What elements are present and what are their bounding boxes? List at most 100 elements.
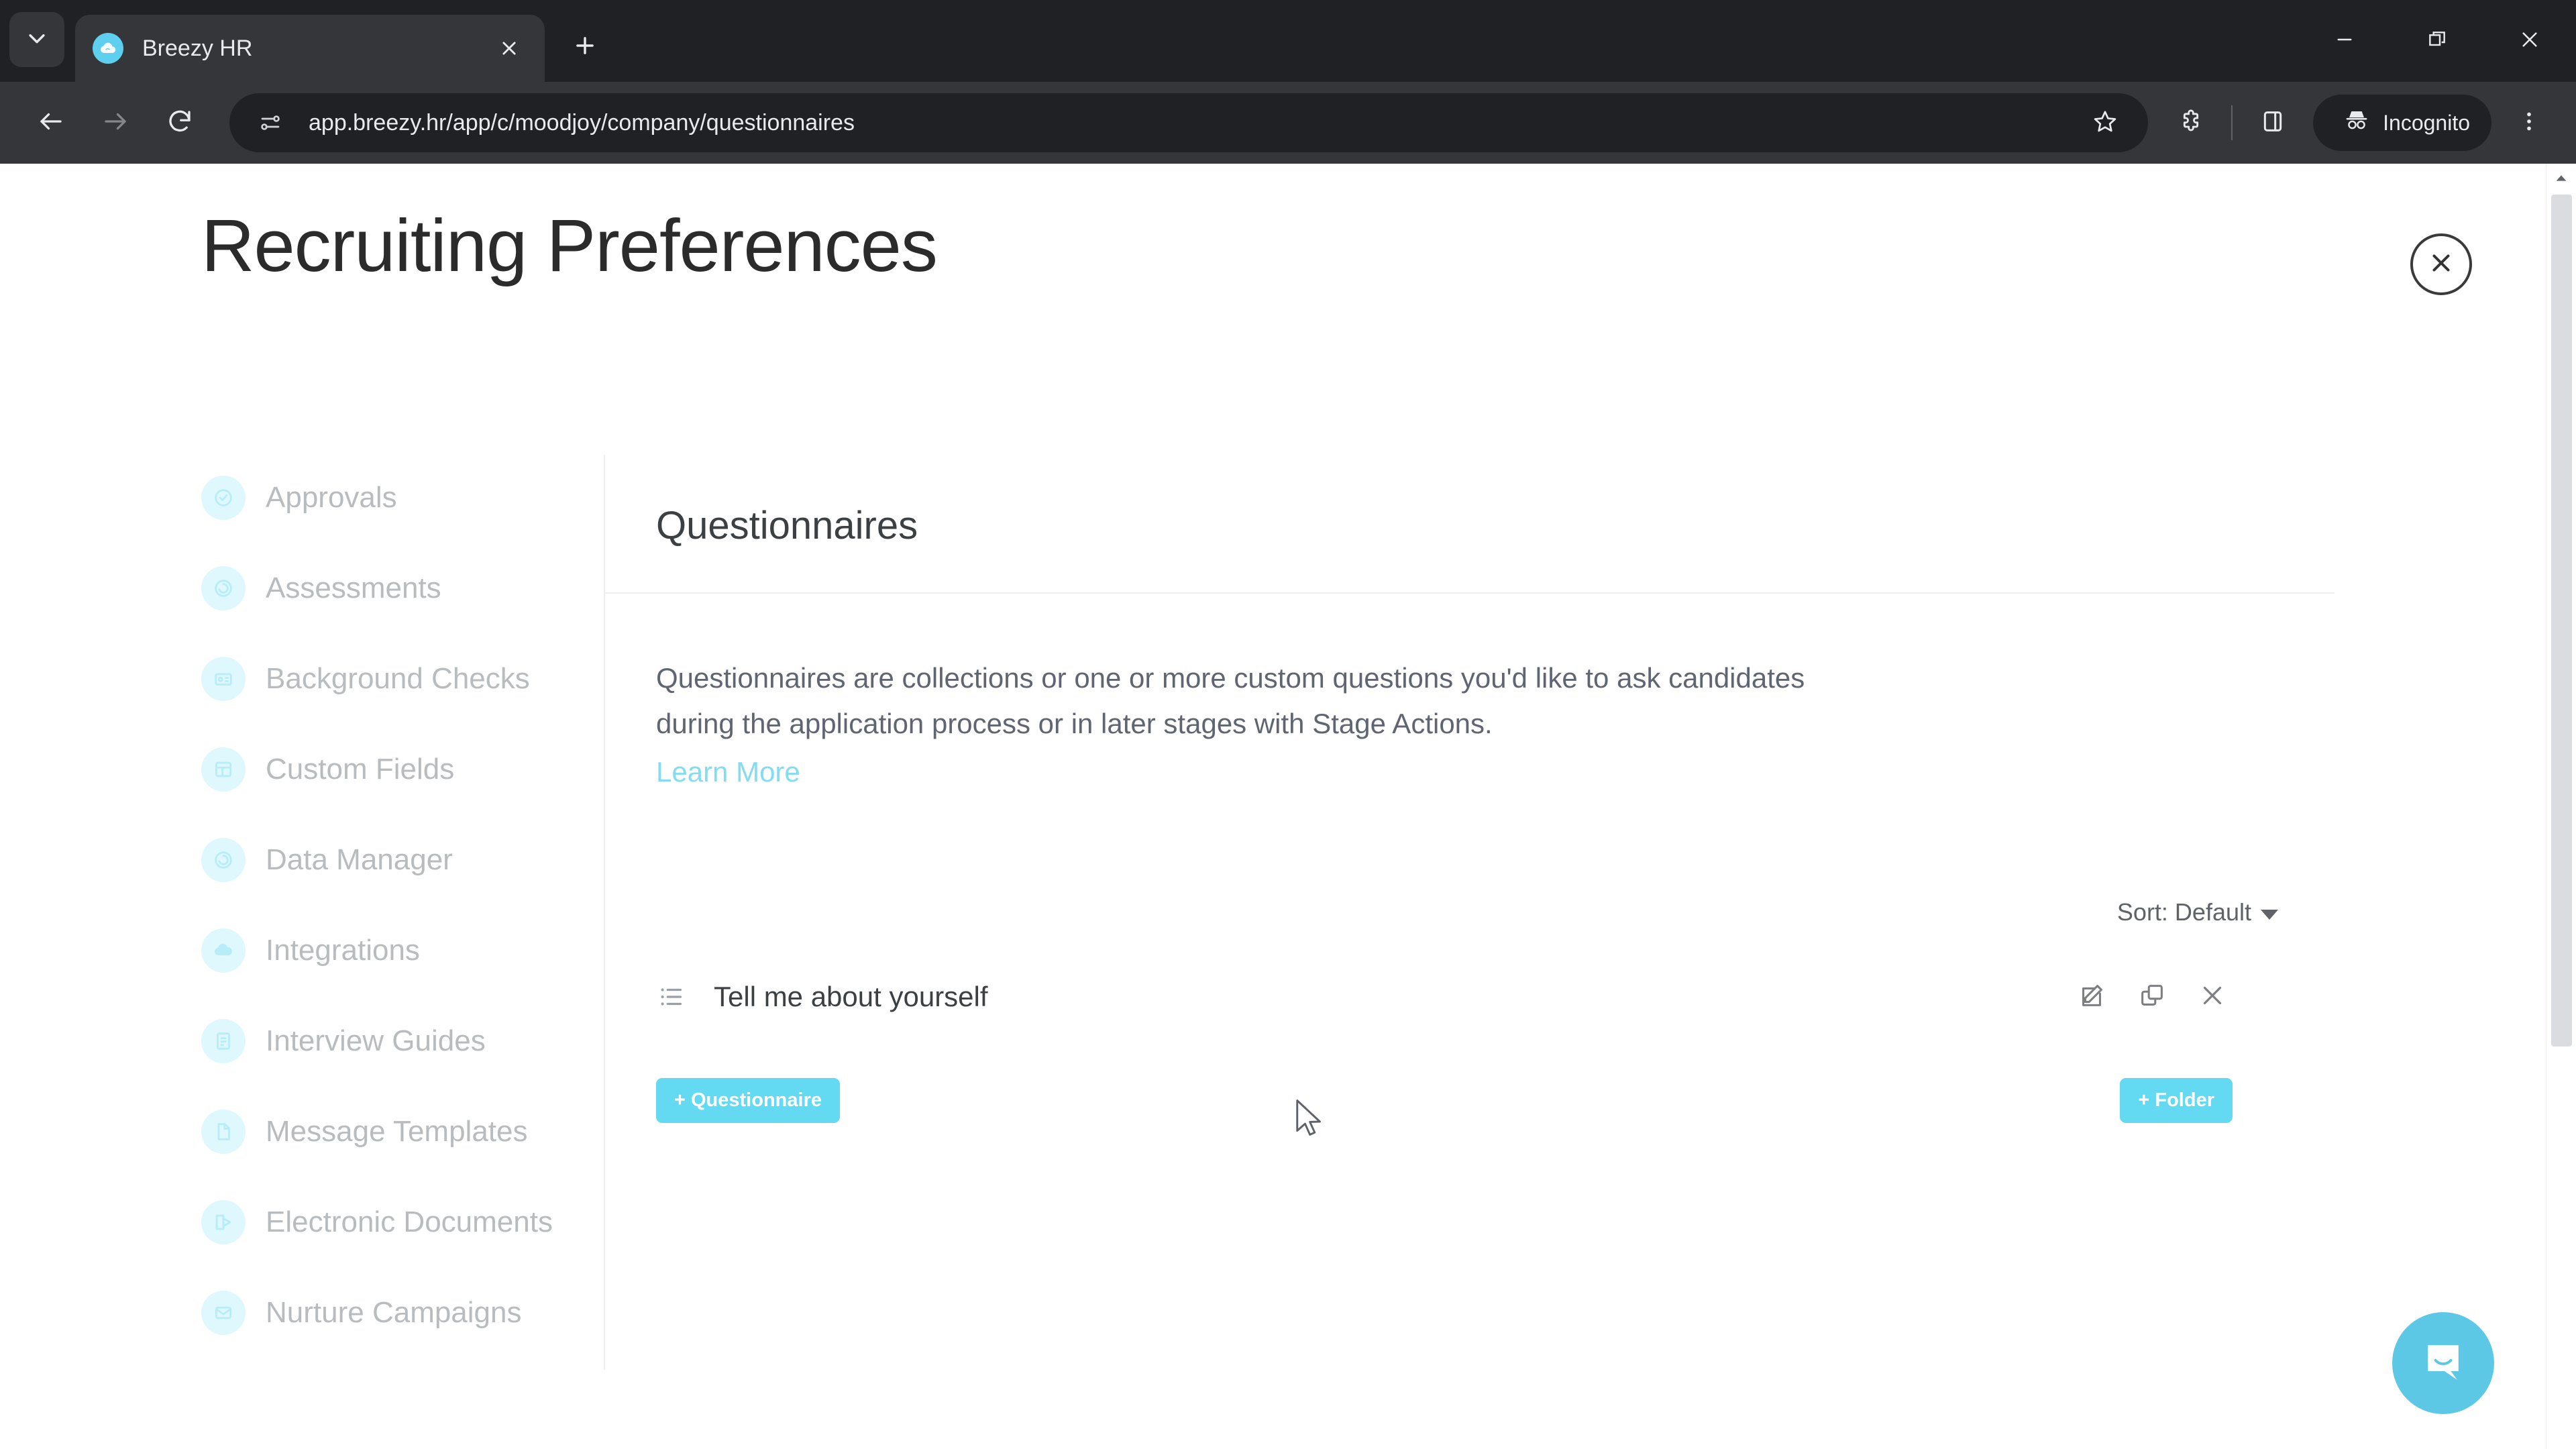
custom-fields-icon <box>201 747 246 792</box>
new-tab-button[interactable] <box>559 21 610 72</box>
assessments-icon <box>201 566 246 610</box>
url-text: app.breezy.hr/app/c/moodjoy/company/ques… <box>309 109 855 136</box>
browser-toolbar: app.breezy.hr/app/c/moodjoy/company/ques… <box>0 82 2576 164</box>
extensions-button[interactable] <box>2163 95 2219 151</box>
sidebar-item-data-manager[interactable]: Data Manager <box>201 826 604 894</box>
page-viewport: Recruiting Preferences Approvals Assessm… <box>0 164 2576 1449</box>
restore-icon <box>2426 29 2448 54</box>
background-checks-icon <box>201 657 246 701</box>
page-scrollbar[interactable] <box>2546 164 2576 1449</box>
browser-tab[interactable]: Breezy HR <box>75 15 545 82</box>
sidebar-item-approvals[interactable]: Approvals <box>201 464 604 531</box>
duplicate-icon <box>2137 980 2167 1014</box>
window-controls <box>2298 0 2576 82</box>
card-actions: + Questionnaire + Folder <box>656 1078 2284 1224</box>
add-questionnaire-button[interactable]: + Questionnaire <box>656 1078 840 1124</box>
minimize-icon <box>2334 29 2355 54</box>
sort-label: Sort: Default <box>2116 898 2251 926</box>
sidebar-item-label: Electronic Documents <box>266 1205 553 1238</box>
sidebar-item-integrations[interactable]: Integrations <box>201 917 604 984</box>
edit-pencil-icon <box>2076 980 2107 1014</box>
side-panel-button[interactable] <box>2245 95 2301 151</box>
sidebar-item-electronic-documents[interactable]: Electronic Documents <box>201 1189 604 1256</box>
breezy-cloud-icon <box>93 33 123 64</box>
message-templates-icon <box>201 1110 246 1154</box>
page-header: Recruiting Preferences <box>0 164 2546 295</box>
sidebar-item-label: Integrations <box>266 934 420 967</box>
sidebar-item-custom-fields[interactable]: Custom Fields <box>201 736 604 803</box>
sort-dropdown[interactable]: Sort: Default <box>2117 898 2278 926</box>
arrow-right-icon <box>101 107 129 139</box>
card-body: Questionnaires are collections or one or… <box>605 594 2334 1224</box>
edit-questionnaire-button[interactable] <box>2076 981 2108 1013</box>
questionnaires-card: Questionnaires Questionnaires are collec… <box>604 455 2334 1370</box>
sidebar-item-label: Data Manager <box>266 843 453 876</box>
reload-icon <box>166 107 194 139</box>
sidebar-item-message-templates[interactable]: Message Templates <box>201 1098 604 1165</box>
add-folder-button[interactable]: + Folder <box>2120 1078 2233 1124</box>
caret-down-icon <box>2261 909 2278 920</box>
electronic-documents-icon <box>201 1200 246 1244</box>
close-icon <box>2519 29 2540 54</box>
three-dot-menu-icon <box>2517 109 2541 137</box>
sidebar-item-label: Interview Guides <box>266 1024 486 1057</box>
tab-title: Breezy HR <box>142 35 253 61</box>
list-item-main: Tell me about yourself <box>656 981 988 1013</box>
forward-button[interactable] <box>83 91 148 155</box>
incognito-hat-icon <box>2343 106 2371 140</box>
tab-strip: Breezy HR <box>0 0 2576 82</box>
address-bar[interactable]: app.breezy.hr/app/c/moodjoy/company/ques… <box>229 93 2149 152</box>
sidebar-item-label: Nurture Campaigns <box>266 1296 522 1329</box>
intercom-chat-icon <box>2418 1336 2469 1391</box>
bookmark-button[interactable] <box>2082 100 2128 146</box>
tab-close-button[interactable] <box>491 30 527 66</box>
back-button[interactable] <box>19 91 83 155</box>
window-restore-button[interactable] <box>2391 0 2483 82</box>
delete-questionnaire-button[interactable] <box>2196 981 2229 1013</box>
sidebar-item-interview-guides[interactable]: Interview Guides <box>201 1008 604 1075</box>
reload-button[interactable] <box>148 91 212 155</box>
sidebar-item-label: Assessments <box>266 572 441 604</box>
toolbar-divider <box>2231 105 2233 140</box>
sidebar-item-label: Approvals <box>266 481 397 514</box>
scrollbar-thumb[interactable] <box>2551 195 2572 1046</box>
card-header: Questionnaires <box>605 455 2334 594</box>
approvals-icon <box>201 476 246 520</box>
page-title: Recruiting Preferences <box>201 205 938 287</box>
sidebar-item-assessments[interactable]: Assessments <box>201 555 604 622</box>
window-close-button[interactable] <box>2483 0 2576 82</box>
list-item-actions <box>2076 981 2284 1013</box>
questionnaire-name: Tell me about yourself <box>714 981 988 1013</box>
card-description: Questionnaires are collections or one or… <box>656 662 1805 740</box>
interview-guides-icon <box>201 1019 246 1063</box>
browser-menu-button[interactable] <box>2501 95 2557 151</box>
duplicate-questionnaire-button[interactable] <box>2136 981 2168 1013</box>
data-manager-icon <box>201 838 246 882</box>
intercom-chat-launcher[interactable] <box>2392 1312 2494 1414</box>
close-circle-icon <box>2427 249 2455 280</box>
tab-search-button[interactable] <box>9 12 64 67</box>
close-icon <box>2197 980 2228 1014</box>
nurture-campaigns-icon <box>201 1291 246 1335</box>
learn-more-link[interactable]: Learn More <box>656 756 800 788</box>
close-modal-button[interactable] <box>2410 233 2472 295</box>
window-minimize-button[interactable] <box>2298 0 2391 82</box>
scroll-up-arrow-icon[interactable] <box>2546 164 2576 192</box>
arrow-left-icon <box>37 107 65 139</box>
plus-icon <box>572 33 598 62</box>
incognito-label: Incognito <box>2383 110 2470 135</box>
questionnaire-list-item[interactable]: Tell me about yourself <box>656 968 2284 1026</box>
site-settings-icon[interactable] <box>250 102 291 144</box>
sidebar-item-label: Message Templates <box>266 1115 528 1148</box>
sidebar-item-label: Custom Fields <box>266 753 455 786</box>
recruiting-preferences-page: Recruiting Preferences Approvals Assessm… <box>0 164 2546 1449</box>
incognito-indicator[interactable]: Incognito <box>2313 95 2491 151</box>
settings-sidebar: Approvals Assessments Background Checks … <box>201 455 604 1370</box>
sort-row: Sort: Default <box>656 898 2284 926</box>
puzzle-piece-icon <box>2178 108 2204 138</box>
sidebar-item-background-checks[interactable]: Background Checks <box>201 645 604 712</box>
list-icon <box>656 981 687 1012</box>
sidebar-item-nurture-campaigns[interactable]: Nurture Campaigns <box>201 1279 604 1346</box>
page-content: Approvals Assessments Background Checks … <box>0 455 2546 1370</box>
side-panel-icon <box>2259 108 2286 138</box>
